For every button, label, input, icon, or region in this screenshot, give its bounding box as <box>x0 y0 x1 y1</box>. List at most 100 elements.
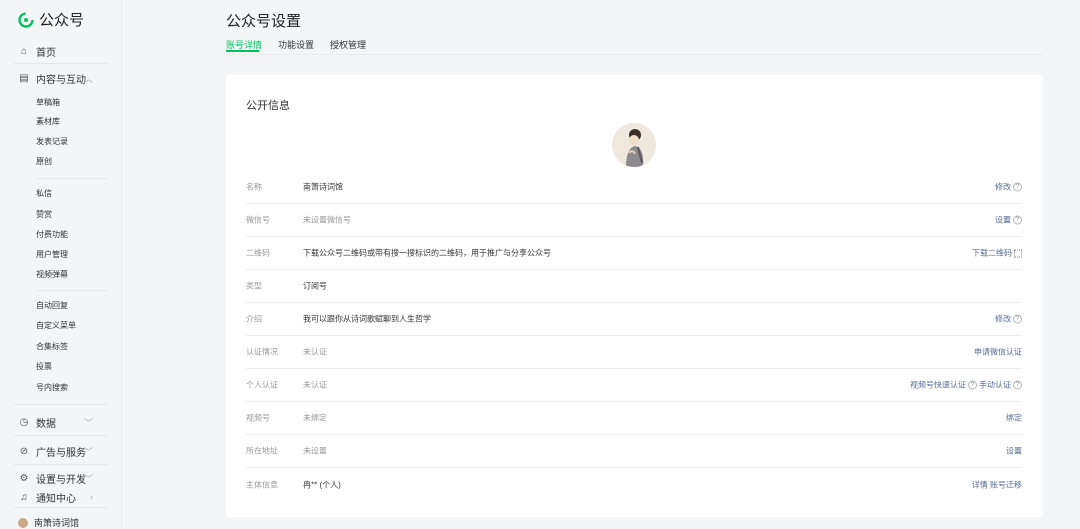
row-label: 所在地址 <box>246 446 278 456</box>
divider <box>14 507 107 508</box>
sidebar-item-auto-reply[interactable]: 自动回复 <box>36 300 68 312</box>
help-icon[interactable]: ? <box>1013 182 1022 192</box>
sidebar-item-label: 首页 <box>36 47 56 59</box>
row-label: 视频号 <box>246 413 270 423</box>
info-row-personal-verification: 个人认证 未认证 视频号快速认证? 手动认证? <box>246 369 1022 402</box>
chevron-up-icon: ︿ <box>83 73 93 84</box>
page-title: 公众号设置 <box>226 13 302 30</box>
brand-name: 公众号 <box>39 12 85 29</box>
bind-channels-link[interactable]: 绑定 <box>1006 413 1022 424</box>
divider <box>36 290 107 291</box>
tab-authorization[interactable]: 授权管理 <box>330 38 366 51</box>
qrcode-icon <box>1014 249 1022 257</box>
divider <box>14 63 107 64</box>
row-label: 微信号 <box>246 215 270 225</box>
info-row-name: 名称 南箫诗词馆 修改? <box>246 171 1022 204</box>
download-qrcode-link[interactable]: 下载二维码 <box>972 248 1022 259</box>
help-icon[interactable]: ? <box>1013 314 1022 324</box>
sidebar-item-users[interactable]: 用户管理 <box>36 249 68 261</box>
sidebar-item-search[interactable]: 号内搜索 <box>36 382 68 394</box>
row-label: 类型 <box>246 281 262 291</box>
sidebar-item-home[interactable]: ⌂ 首页 <box>18 43 107 59</box>
row-label: 介绍 <box>246 314 262 324</box>
edit-intro-link[interactable]: 修改? <box>995 314 1022 325</box>
document-icon: ▤ <box>19 72 29 84</box>
sidebar-item-notify[interactable]: ♫ 通知中心 › <box>18 489 107 505</box>
divider <box>14 404 107 405</box>
sidebar: 公众号 ⌂ 首页 ▤ 内容与互动 ︿ 草稿箱 素材库 发表记录 原创 私信 赞赏… <box>0 0 122 529</box>
info-row-channels: 视频号 未绑定 绑定 <box>246 402 1022 435</box>
sidebar-item-label: 内容与互动 <box>36 74 86 86</box>
row-value: 未认证 <box>303 380 327 390</box>
row-label: 个人认证 <box>246 380 278 390</box>
sidebar-item-danmaku[interactable]: 视频弹幕 <box>36 269 68 281</box>
set-wechat-id-link[interactable]: 设置? <box>995 215 1022 226</box>
active-tab-indicator <box>226 50 259 52</box>
avatar <box>18 517 28 528</box>
info-row-intro: 介绍 我可以跟你从诗词歌赋聊到人生哲学 修改? <box>246 303 1022 336</box>
entity-details-link[interactable]: 详情 账号迁移 <box>972 479 1022 490</box>
public-info-card: 公开信息 名称 南箫诗词馆 修改? 微信号 未设置微信号 设置? 二维码 下载公… <box>226 75 1043 517</box>
chevron-down-icon: ﹀ <box>83 446 93 457</box>
help-icon[interactable]: ? <box>1013 380 1022 390</box>
help-icon[interactable]: ? <box>968 380 977 390</box>
row-value: 未设置 <box>303 446 327 456</box>
sidebar-item-settings[interactable]: ⚙ 设置与开发 ﹀ <box>18 470 107 486</box>
bell-icon: ♫ <box>20 491 28 503</box>
row-value: 未设置微信号 <box>303 215 351 225</box>
sidebar-item-paid[interactable]: 付费功能 <box>36 229 68 241</box>
row-value: 我可以跟你从诗词歌赋聊到人生哲学 <box>303 314 431 324</box>
channels-quick-verify-link[interactable]: 视频号快速认证 <box>910 380 966 391</box>
tab-feature-settings[interactable]: 功能设置 <box>278 38 314 51</box>
sidebar-item-messages[interactable]: 私信 <box>36 188 52 200</box>
card-title: 公开信息 <box>246 100 290 112</box>
sidebar-item-ads[interactable]: ⊘ 广告与服务 ﹀ <box>18 443 107 459</box>
info-row-type: 类型 订阅号 <box>246 270 1022 303</box>
sidebar-item-vote[interactable]: 投票 <box>36 361 52 373</box>
row-label: 名称 <box>246 182 262 192</box>
sidebar-item-appreciation[interactable]: 赞赏 <box>36 209 52 221</box>
row-value: 南箫诗词馆 <box>303 182 343 192</box>
row-value: 未认证 <box>303 347 327 357</box>
manual-verify-link[interactable]: 手动认证 <box>979 380 1011 391</box>
chevron-down-icon: ﹀ <box>83 417 93 428</box>
sidebar-item-label: 广告与服务 <box>36 447 86 459</box>
sidebar-item-drafts[interactable]: 草稿箱 <box>36 97 60 109</box>
account-name: 南箫诗词馆 <box>34 518 80 528</box>
sidebar-item-data[interactable]: ◷ 数据 ﹀ <box>18 414 107 430</box>
sidebar-item-tags[interactable]: 合集标签 <box>36 341 68 353</box>
sidebar-item-materials[interactable]: 素材库 <box>36 116 60 128</box>
info-row-verification: 认证情况 未认证 申请微信认证 <box>246 336 1022 369</box>
divider <box>14 435 107 436</box>
set-address-link[interactable]: 设置 <box>1006 446 1022 457</box>
row-label: 认证情况 <box>246 347 278 357</box>
row-label: 主体信息 <box>246 480 278 489</box>
apply-verification-link[interactable]: 申请微信认证 <box>974 347 1022 358</box>
wechat-mp-logo-icon <box>18 11 34 28</box>
brand-logo[interactable]: 公众号 <box>18 9 84 30</box>
avatar-illustration <box>612 123 656 167</box>
edit-name-link[interactable]: 修改? <box>995 182 1022 193</box>
chevron-right-icon: › <box>90 492 93 502</box>
row-value: 下载公众号二维码或带有搜一搜标识的二维码，用于推广与分享公众号 <box>303 248 551 258</box>
sidebar-item-label: 设置与开发 <box>36 474 86 486</box>
clock-icon: ◷ <box>19 416 29 428</box>
account-avatar[interactable] <box>612 123 656 167</box>
row-label: 二维码 <box>246 248 270 258</box>
compass-icon: ⊘ <box>19 445 29 457</box>
row-value: 订阅号 <box>303 281 327 291</box>
gear-icon: ⚙ <box>19 472 29 484</box>
personal-verification-actions: 视频号快速认证? 手动认证? <box>910 380 1022 391</box>
sidebar-item-original[interactable]: 原创 <box>36 156 52 168</box>
account-switcher[interactable]: 南箫诗词馆 <box>18 516 79 529</box>
row-value: 未绑定 <box>303 413 327 423</box>
divider <box>14 464 107 465</box>
info-row-qrcode: 二维码 下载公众号二维码或带有搜一搜标识的二维码，用于推广与分享公众号 下载二维… <box>246 237 1022 270</box>
sidebar-item-content[interactable]: ▤ 内容与互动 ︿ <box>18 70 107 86</box>
home-icon: ⌂ <box>20 45 28 57</box>
sidebar-item-custom-menu[interactable]: 自定义菜单 <box>36 320 76 332</box>
sidebar-item-label: 通知中心 <box>36 493 76 505</box>
sidebar-item-publish-log[interactable]: 发表记录 <box>36 136 68 148</box>
divider <box>226 54 1043 55</box>
help-icon[interactable]: ? <box>1013 215 1022 225</box>
